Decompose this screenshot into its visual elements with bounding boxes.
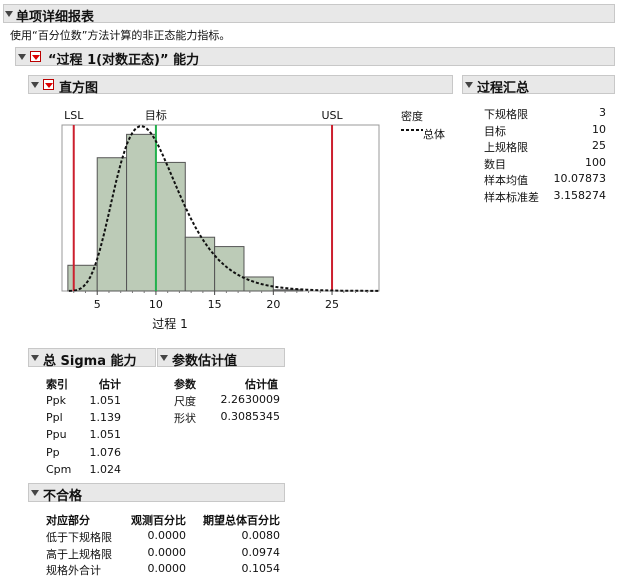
collapse-triangle-icon[interactable] [31,355,39,361]
sigma-row-value: 1.139 [89,411,122,425]
summary-title: 过程汇总 [477,81,530,96]
params-header[interactable]: 参数估计值 [157,348,285,369]
params-row-value: 0.3085345 [220,409,281,423]
x-tick-label: 15 [208,298,222,311]
sigma-col-index: 索引 [46,378,68,391]
collapse-triangle-icon[interactable] [31,490,39,496]
x-tick-label: 25 [325,298,339,311]
collapse-triangle-icon[interactable] [465,82,473,88]
x-axis-label: 过程 1 [152,316,187,331]
nonconf-row-observed: 0.0000 [147,545,187,559]
summary-row-value: 10.07873 [553,172,607,186]
histogram-bar [126,133,157,292]
nonconf-col-part: 对应部分 [46,514,90,527]
usl-line-label: USL [321,109,343,122]
params-row-label: 形状 [174,411,196,425]
histogram-bar [214,246,245,292]
sigma-row-value: 1.051 [89,394,122,407]
summary-row-label: 数目 [484,157,506,171]
nonconf-col-observed: 观测百分比 [131,514,186,527]
params-row-label: 尺度 [174,395,196,408]
summary-row-label: 样本均值 [484,174,528,188]
x-tick-label: 10 [149,298,163,311]
sigma-header[interactable]: 总 Sigma 能力 [28,348,156,369]
nonconf-row-expected: 0.1054 [241,562,281,575]
sigma-row-label: Cpm [46,462,72,476]
params-title: 参数估计值 [172,354,238,369]
nonconf-row-label: 高于上规格限 [46,547,112,561]
nonconf-row-label: 低于下规格限 [46,531,112,544]
nonconf-row-observed: 0.0000 [147,562,187,575]
sigma-row-value: 1.051 [89,428,122,442]
histogram-bar [155,161,186,292]
sigma-title: 总 Sigma 能力 [43,354,137,369]
nonconf-row-label: 规格外合计 [46,564,101,577]
legend-dotted-line-icon [401,129,423,131]
sigma-row-label: Ppu [46,428,67,442]
sigma-col-estimate: 估计 [99,378,121,391]
summary-row-value: 3.158274 [553,189,607,202]
legend-item: 总体 [423,128,445,141]
sigma-row-value: 1.024 [89,462,122,476]
nonconf-row-observed: 0.0000 [147,529,187,542]
histogram-bar [96,157,128,292]
summary-row-value: 25 [592,139,606,153]
nonconf-header[interactable]: 不合格 [28,483,285,504]
x-tick-label: 20 [266,298,280,311]
summary-row-label: 目标 [484,124,506,138]
params-col-estimate: 估计值 [245,378,278,391]
lsl-line-label: LSL [64,109,84,122]
collapse-triangle-icon[interactable] [160,355,168,361]
target-line-label: 目标 [145,108,167,122]
params-row-value: 2.2630009 [220,393,281,406]
x-tick-label: 5 [94,298,101,311]
summary-row-label: 上规格限 [484,141,528,155]
summary-row-label: 下规格限 [484,108,528,121]
nonconf-title: 不合格 [43,489,83,504]
nonconf-col-expected: 期望总体百分比 [203,514,280,527]
sigma-row-label: Ppk [46,394,66,407]
sigma-row-value: 1.076 [89,445,122,459]
params-col-param: 参数 [174,378,196,391]
summary-row-value: 100 [585,155,606,169]
histogram-bar [272,289,304,292]
summary-row-value: 10 [592,122,606,136]
histogram-bar [184,236,216,292]
nonconf-row-expected: 0.0080 [241,529,281,542]
sigma-row-label: Ppl [46,411,63,425]
legend-title: 密度 [401,110,423,123]
summary-header[interactable]: 过程汇总 [462,75,615,96]
summary-row-value: 3 [599,106,606,119]
sigma-row-label: Pp [46,445,60,459]
nonconf-row-expected: 0.0974 [241,545,281,559]
